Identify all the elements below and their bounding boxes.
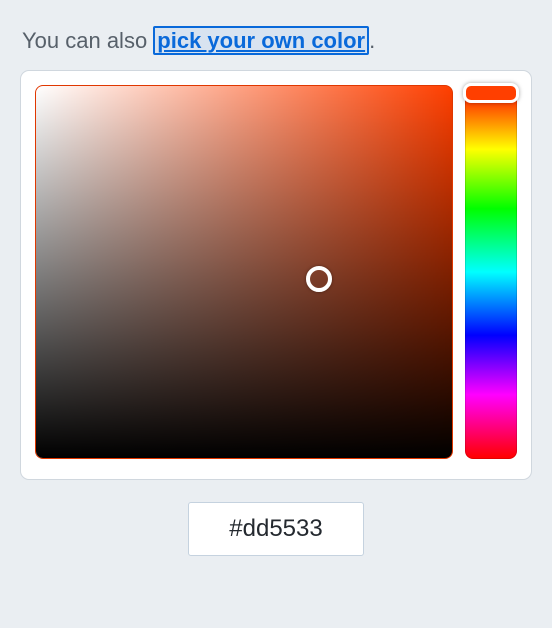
hex-input[interactable]	[188, 502, 364, 556]
saturation-value-area[interactable]	[35, 85, 453, 459]
sv-black-gradient	[36, 86, 452, 458]
intro-prefix: You can also	[22, 28, 153, 53]
intro-text: You can also pick your own color.	[22, 28, 552, 54]
hue-handle[interactable]	[463, 83, 519, 103]
intro-suffix: .	[369, 28, 375, 53]
hex-row	[0, 502, 552, 556]
color-picker-panel	[20, 70, 532, 480]
saturation-value-handle[interactable]	[306, 266, 332, 292]
pick-color-link[interactable]: pick your own color	[153, 26, 369, 55]
hue-slider[interactable]	[465, 85, 517, 459]
